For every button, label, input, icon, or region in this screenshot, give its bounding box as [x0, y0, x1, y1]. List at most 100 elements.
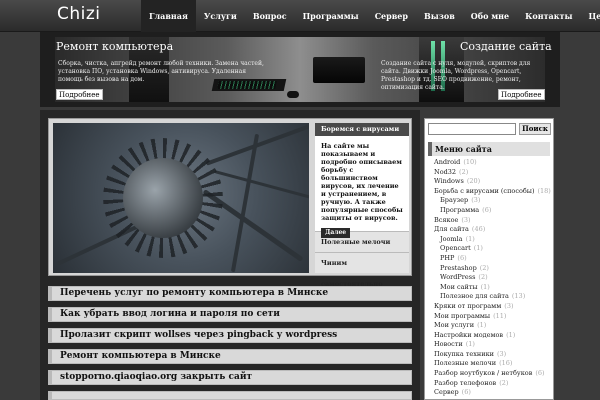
menu-item-label[interactable]: Настройки модемов: [434, 331, 503, 339]
menu-item[interactable]: Борьба с вирусами (способы) (18): [428, 187, 552, 197]
post-title[interactable]: Перечень услуг по ремонту компьютера в М…: [60, 288, 328, 298]
menu-item-label[interactable]: WordPress: [440, 273, 475, 281]
menu-item-count: (1): [465, 234, 475, 243]
nav-call[interactable]: Вызов: [416, 0, 463, 32]
site-logo[interactable]: Chizi: [57, 4, 101, 24]
featured-tab-useful[interactable]: Полезные мелочи: [315, 231, 409, 252]
menu-item-count: (1): [465, 340, 475, 349]
menu-item-label[interactable]: PHP: [440, 254, 454, 262]
menu-item-count: (10): [463, 158, 477, 166]
menu-item-label[interactable]: Борьба с вирусами (способы): [434, 187, 535, 195]
menu-item[interactable]: Программа (6): [428, 206, 552, 216]
menu-item-label[interactable]: Prestashop: [440, 264, 477, 272]
menu-item-count: (3): [496, 349, 507, 358]
featured-slider: Боремся с вирусами На сайте мы показывае…: [48, 118, 412, 288]
nav-programs[interactable]: Программы: [295, 0, 367, 32]
menu-item[interactable]: Мои сайты (1): [428, 283, 552, 293]
menu-item-label[interactable]: Opencart: [440, 244, 471, 252]
menu-item[interactable]: Разбор ноутбуков / нетбуков (6): [428, 369, 552, 379]
menu-item-label[interactable]: Кряки от программ: [434, 302, 501, 310]
nav-server[interactable]: Сервер: [367, 0, 416, 32]
nav-about[interactable]: Обо мне: [463, 0, 517, 32]
menu-item-label[interactable]: Браузер: [440, 196, 468, 204]
menu-item-count: (1): [473, 244, 483, 253]
menu-item[interactable]: Новости (1): [428, 340, 552, 350]
nav-home[interactable]: Главная: [141, 0, 196, 32]
menu-item-label[interactable]: Программа: [440, 206, 479, 214]
featured-side-title[interactable]: Боремся с вирусами: [315, 123, 409, 136]
menu-item[interactable]: Android (10): [428, 158, 552, 168]
menu-item-label[interactable]: Android: [434, 158, 460, 166]
menu-item[interactable]: Полезное для сайта (13): [428, 292, 552, 302]
menu-item-label[interactable]: Полезные мелочи: [434, 359, 496, 367]
menu-item[interactable]: Windows (20): [428, 177, 552, 187]
post-title[interactable]: stopporno.qiaoqiao.org закрыть сайт: [60, 372, 252, 382]
menu-item-label[interactable]: Разбор телефонов: [434, 379, 496, 387]
menu-item[interactable]: Разбор телефонов (2): [428, 379, 552, 389]
post-title-row[interactable]: Как убрать ввод логина и пароля по сети: [48, 307, 412, 322]
menu-item-count: (2): [459, 167, 469, 176]
featured-tab-repair[interactable]: Чиним самостоятельно: [315, 252, 409, 288]
menu-item-count: (3): [471, 196, 481, 205]
menu-item-label[interactable]: Nod32: [434, 168, 456, 176]
menu-item-label[interactable]: Joomla: [440, 235, 463, 243]
menu-item-label[interactable]: Полезное для сайта: [440, 292, 509, 300]
menu-item[interactable]: Joomla (1): [428, 235, 552, 245]
menu-item[interactable]: Opencart (1): [428, 244, 552, 254]
menu-item[interactable]: Полезные мелочи (16): [428, 359, 552, 369]
menu-item-count: (2): [478, 273, 488, 282]
menu-item-label[interactable]: Новости: [434, 340, 463, 348]
post-title-row[interactable]: Ремонт компьютера в Минске: [48, 349, 412, 364]
menu-item[interactable]: Prestashop (2): [428, 264, 552, 274]
menu-item-count: (20): [466, 177, 481, 186]
category-menu: Android (10) Nod32 (2) Windows (20) Борьба с в…: [428, 158, 552, 398]
menu-item[interactable]: Покупка техники (3): [428, 350, 552, 360]
menu-item-label[interactable]: Windows: [434, 177, 464, 185]
nav-question[interactable]: Вопрос: [245, 0, 295, 32]
post-title[interactable]: Как убрать ввод логина и пароля по сети: [60, 309, 280, 319]
menu-item-label[interactable]: Сервер: [434, 388, 459, 396]
menu-item-label[interactable]: Мои программы: [434, 312, 490, 320]
search-button[interactable]: Поиск: [519, 123, 551, 135]
menu-item-count: (6): [482, 205, 492, 214]
menu-item[interactable]: Nod32 (2): [428, 168, 552, 178]
menu-item-count: (16): [499, 359, 513, 368]
menu-item[interactable]: PHP (6): [428, 254, 552, 264]
search-input[interactable]: [428, 123, 516, 135]
menu-item[interactable]: Всякое (3): [428, 216, 552, 226]
nav-services[interactable]: Услуги: [196, 0, 245, 32]
menu-item-count: (11): [493, 311, 507, 320]
menu-item-label[interactable]: Мои услуги: [434, 321, 474, 329]
post-title-row-partial[interactable]: [48, 391, 412, 400]
banner-more-button-sites[interactable]: Подробнее: [498, 89, 545, 100]
menu-item-count: (6): [461, 388, 471, 397]
menu-item-count: (6): [457, 253, 467, 262]
post-title[interactable]: Пролазит скрипт wollses через pingback у…: [60, 330, 337, 340]
menu-item[interactable]: Настройки модемов (1): [428, 331, 552, 341]
menu-item[interactable]: WordPress (2): [428, 273, 552, 283]
menu-item-label[interactable]: Покупка техники: [434, 350, 494, 358]
menu-item-count: (3): [504, 301, 514, 310]
virus-image[interactable]: [53, 123, 309, 273]
virus-icon: [123, 158, 203, 238]
post-title[interactable]: Ремонт компьютера в Минске: [60, 351, 221, 361]
banner-title-repair: Ремонт компьютера: [56, 40, 174, 53]
menu-item[interactable]: Кряки от программ (3): [428, 302, 552, 312]
menu-item-label[interactable]: Мои сайты: [440, 283, 478, 291]
menu-item-count: (1): [480, 282, 490, 291]
menu-item[interactable]: Мои услуги (1): [428, 321, 552, 331]
nav-contacts[interactable]: Контакты: [517, 0, 580, 32]
menu-item[interactable]: Браузер (3): [428, 196, 552, 206]
menu-item[interactable]: Мои программы (11): [428, 312, 552, 322]
menu-item-label[interactable]: Всякое: [434, 216, 458, 224]
menu-item[interactable]: Для сайта (46): [428, 225, 552, 235]
post-title-row[interactable]: stopporno.qiaoqiao.org закрыть сайт: [48, 370, 412, 385]
nav-prices[interactable]: Цены: [580, 0, 600, 32]
menu-item[interactable]: Сервер (6): [428, 388, 552, 398]
menu-item-label[interactable]: Для сайта: [434, 225, 469, 233]
banner-more-button-repair[interactable]: Подробнее: [56, 89, 103, 100]
menu-item-label[interactable]: Разбор ноутбуков / нетбуков: [434, 369, 532, 377]
post-title-row[interactable]: Пролазит скрипт wollses через pingback у…: [48, 328, 412, 343]
post-title-row[interactable]: Перечень услуг по ремонту компьютера в М…: [48, 286, 412, 301]
featured-side-body: На сайте мы показываем и подробно описыв…: [315, 136, 409, 238]
